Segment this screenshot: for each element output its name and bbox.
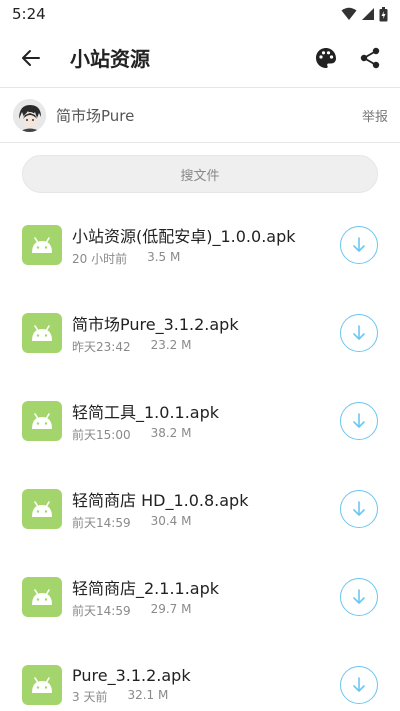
file-name: 轻简商店_2.1.1.apk: [72, 579, 220, 598]
file-time: 昨天23:42: [72, 340, 131, 354]
list-item[interactable]: 轻简工具_1.0.1.apk 前天15:00 38.2 M: [0, 377, 400, 465]
file-meta: 前天14:59 30.4 M: [72, 514, 332, 531]
file-meta: 前天14:59 29.7 M: [72, 602, 332, 619]
list-item[interactable]: 小站资源(低配安卓)_1.0.0.apk 20 小时前 3.5 M: [0, 201, 400, 289]
share-button[interactable]: [348, 36, 392, 80]
file-info: 轻简工具_1.0.1.apk 前天15:00 38.2 M: [72, 399, 332, 443]
file-name: Pure_3.1.2.apk: [72, 665, 191, 685]
download-button[interactable]: [340, 402, 378, 440]
search-input[interactable]: 搜文件: [22, 155, 378, 193]
list-item[interactable]: 简市场Pure_3.1.2.apk 昨天23:42 23.2 M: [0, 289, 400, 377]
signal-icon: [362, 8, 374, 20]
file-time: 前天15:00: [72, 428, 131, 442]
download-button[interactable]: [340, 226, 378, 264]
file-meta: 前天15:00 38.2 M: [72, 426, 332, 443]
file-time: 前天14:59: [72, 604, 131, 618]
file-size: 23.2 M: [150, 338, 192, 352]
download-button[interactable]: [340, 490, 378, 528]
file-name: 小站资源(低配安卓)_1.0.0.apk: [72, 227, 296, 246]
file-time: 3 天前: [72, 689, 108, 704]
status-icons: [341, 6, 388, 22]
list-item[interactable]: Pure_3.1.2.apk 3 天前 32.1 M: [0, 641, 400, 711]
list-item[interactable]: 轻简商店 HD_1.0.8.apk 前天14:59 30.4 M: [0, 465, 400, 553]
share-icon: [360, 47, 380, 68]
download-icon: [353, 501, 365, 516]
file-size: 30.4 M: [150, 514, 192, 528]
file-size: 32.1 M: [127, 687, 169, 702]
page-title: 小站资源: [70, 47, 150, 71]
download-icon: [353, 589, 365, 604]
download-button[interactable]: [340, 578, 378, 616]
file-name: 简市场Pure_3.1.2.apk: [72, 315, 239, 334]
avatar-image: [13, 98, 46, 132]
publisher-name: 简市场Pure: [56, 106, 135, 125]
download-icon: [353, 237, 365, 252]
file-name: 轻简商店 HD_1.0.8.apk: [72, 491, 249, 510]
file-size: 29.7 M: [150, 602, 192, 616]
file-info: 轻简商店 HD_1.0.8.apk 前天14:59 30.4 M: [72, 487, 332, 531]
file-meta: 20 小时前 3.5 M: [72, 250, 332, 267]
wifi-icon: [341, 7, 357, 20]
file-list: 小站资源(低配安卓)_1.0.0.apk 20 小时前 3.5 M 简市场Pur…: [0, 201, 400, 711]
back-button[interactable]: [14, 41, 48, 75]
list-item[interactable]: 轻简商店_2.1.1.apk 前天14:59 29.7 M: [0, 553, 400, 641]
file-info: Pure_3.1.2.apk 3 天前 32.1 M: [72, 666, 332, 705]
download-icon: [353, 325, 365, 340]
android-icon: [22, 225, 62, 265]
android-icon: [22, 401, 62, 441]
battery-icon: [379, 6, 388, 21]
avatar[interactable]: [13, 98, 46, 132]
search-wrapper: 搜文件: [0, 143, 400, 201]
status-bar: 5:24: [0, 0, 400, 28]
palette-icon: [316, 47, 336, 68]
file-info: 简市场Pure_3.1.2.apk 昨天23:42 23.2 M: [72, 311, 332, 355]
download-button[interactable]: [340, 666, 378, 704]
android-icon: [22, 313, 62, 353]
arrow-left-icon: [22, 49, 40, 66]
report-link[interactable]: 举报: [362, 106, 388, 125]
file-name: 轻简工具_1.0.1.apk: [72, 403, 220, 422]
file-info: 轻简商店_2.1.1.apk 前天14:59 29.7 M: [72, 575, 332, 619]
download-button[interactable]: [340, 314, 378, 352]
download-icon: [353, 413, 365, 428]
file-size: 3.5 M: [147, 250, 181, 264]
file-info: 小站资源(低配安卓)_1.0.0.apk 20 小时前 3.5 M: [72, 223, 332, 267]
android-icon: [22, 665, 62, 705]
app-bar: 小站资源: [0, 28, 400, 88]
android-icon: [22, 489, 62, 529]
file-time: 20 小时前: [72, 252, 128, 266]
status-time: 5:24: [12, 5, 46, 23]
publisher-row[interactable]: 简市场Pure 举报: [0, 88, 400, 143]
file-meta: 3 天前 32.1 M: [72, 688, 332, 705]
file-size: 38.2 M: [150, 426, 192, 440]
android-icon: [22, 577, 62, 617]
file-time: 前天14:59: [72, 516, 131, 530]
file-meta: 昨天23:42 23.2 M: [72, 338, 332, 355]
download-icon: [353, 677, 365, 692]
theme-button[interactable]: [304, 36, 348, 80]
